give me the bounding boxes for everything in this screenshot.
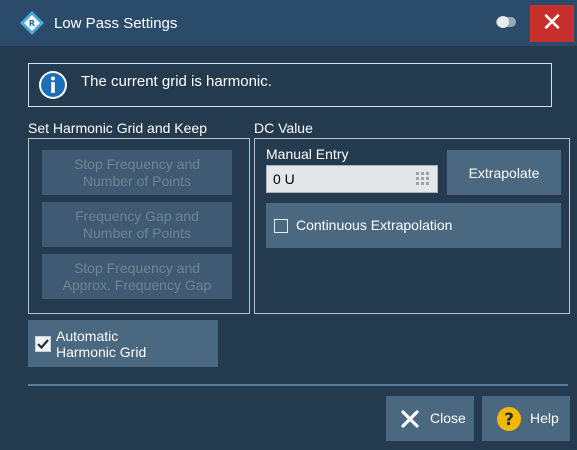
close-label: Close [430, 410, 466, 426]
svg-text:R: R [29, 19, 35, 28]
window-close-button[interactable]: ✕ [530, 5, 574, 42]
close-icon [401, 410, 419, 428]
harmonic-group-label: Set Harmonic Grid and Keep [28, 120, 207, 136]
automatic-harmonic-grid-checkbox[interactable] [35, 336, 51, 352]
help-button[interactable]: ? Help [482, 396, 570, 441]
automatic-harmonic-grid-toggle[interactable]: Automatic Harmonic Grid [28, 320, 218, 367]
automatic-harmonic-grid-label: Automatic Harmonic Grid [56, 328, 147, 360]
manual-entry-label: Manual Entry [266, 146, 349, 162]
toggle-icon[interactable] [496, 15, 516, 29]
freq-gap-num-points-button[interactable]: Frequency Gap and Number of Points [42, 202, 232, 247]
continuous-extrapolation-toggle[interactable]: Continuous Extrapolation [266, 203, 561, 248]
stop-freq-approx-gap-button[interactable]: Stop Frequency and Approx. Frequency Gap [42, 254, 232, 299]
stop-freq-num-points-button[interactable]: Stop Frequency and Number of Points [42, 150, 232, 195]
manual-entry-input[interactable] [266, 165, 438, 193]
continuous-extrapolation-label: Continuous Extrapolation [296, 217, 453, 233]
extrapolate-button[interactable]: Extrapolate [447, 150, 561, 195]
continuous-extrapolation-checkbox[interactable] [274, 219, 288, 233]
info-banner: The current grid is harmonic. [28, 63, 552, 107]
info-text: The current grid is harmonic. [81, 73, 272, 90]
close-button[interactable]: Close [386, 396, 474, 441]
help-label: Help [530, 410, 559, 426]
low-pass-settings-dialog: R Low Pass Settings ✕ The current grid i… [0, 0, 577, 450]
window-title: Low Pass Settings [54, 15, 178, 32]
help-icon: ? [497, 407, 521, 431]
checkmark-icon [37, 339, 49, 350]
app-logo-icon: R [20, 11, 44, 35]
info-icon [39, 71, 67, 99]
dc-value-group-label: DC Value [254, 120, 313, 136]
keypad-icon[interactable] [416, 172, 432, 186]
title-bar: R Low Pass Settings ✕ [0, 0, 577, 46]
footer-divider [28, 384, 568, 386]
svg-text:?: ? [504, 410, 514, 430]
